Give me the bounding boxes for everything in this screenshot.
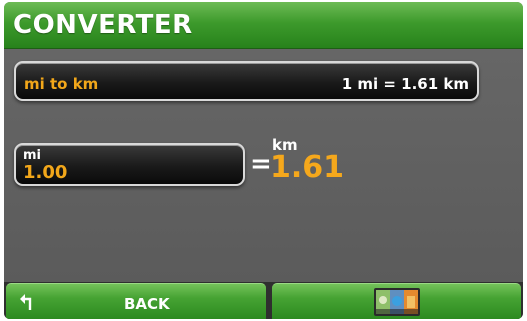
input-value-field[interactable]: mi 1.00 [14, 143, 245, 186]
conversion-type-label: mi to km [24, 75, 99, 93]
back-button-label: BACK [124, 295, 170, 313]
result-value: 1.61 [270, 150, 345, 185]
bottom-nav-bar: BACK [4, 282, 523, 319]
page-title: CONVERTER [13, 10, 193, 40]
conversion-type-selector[interactable]: mi to km 1 mi = 1.61 km [14, 61, 479, 101]
conversion-rate-label: 1 mi = 1.61 km [341, 75, 469, 93]
back-button[interactable]: BACK [6, 283, 266, 319]
map-button[interactable] [272, 283, 521, 319]
input-unit-label: mi [23, 148, 42, 163]
map-icon [374, 288, 420, 316]
equals-sign: = [250, 149, 272, 179]
input-value: 1.00 [23, 162, 68, 183]
converter-screen: CONVERTER mi to km 1 mi = 1.61 km mi 1.0… [4, 2, 523, 319]
converter-content: mi to km 1 mi = 1.61 km mi 1.00 = km 1.6… [4, 49, 523, 282]
back-arrow-icon [20, 294, 32, 310]
title-bar: CONVERTER [4, 2, 523, 49]
